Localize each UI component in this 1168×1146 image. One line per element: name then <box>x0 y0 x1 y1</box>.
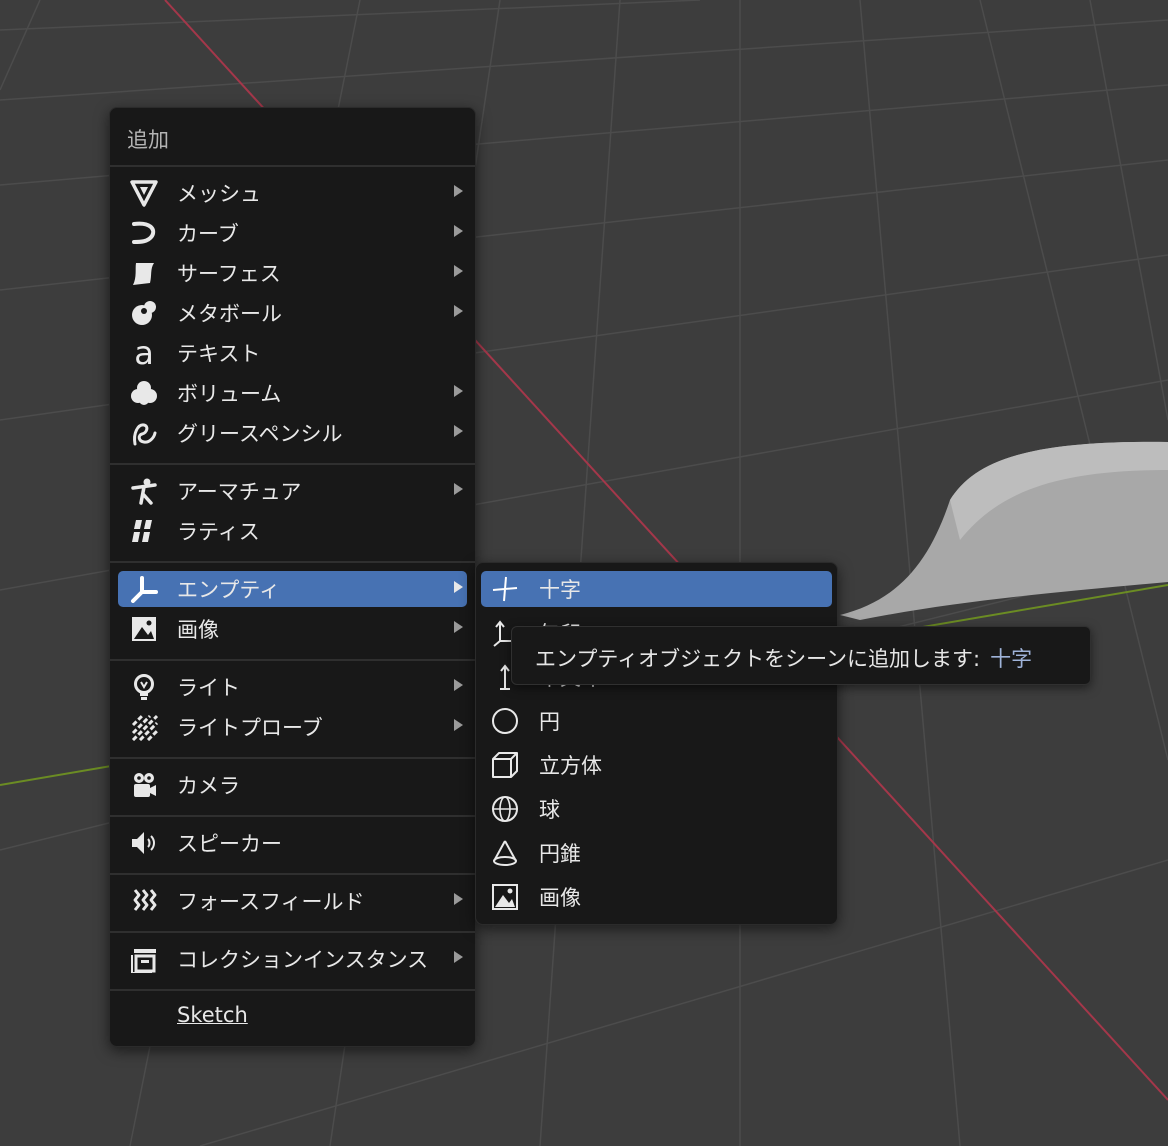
submenu-arrow-icon <box>454 951 463 963</box>
submenu-arrow-icon <box>454 893 463 905</box>
menu-item-speaker[interactable]: スピーカー <box>118 825 467 861</box>
plain-axes-icon <box>491 575 519 603</box>
light-icon <box>130 673 158 701</box>
submenu-arrow-icon <box>454 265 463 277</box>
menu-item-armature[interactable]: アーマチュア <box>118 473 467 509</box>
submenu-arrow-icon <box>454 581 463 593</box>
sphere-icon <box>491 795 519 823</box>
image-icon <box>130 615 158 643</box>
empty-item-cube[interactable]: 立方体 <box>481 747 832 783</box>
tooltip: エンプティオブジェクトをシーンに追加します: 十字 <box>511 626 1091 685</box>
submenu-arrow-icon <box>454 719 463 731</box>
force-field-icon <box>130 887 158 915</box>
cube-icon <box>491 751 519 779</box>
menu-item-force-field[interactable]: フォースフィールド <box>118 883 467 919</box>
empty-item-plain-axes[interactable]: 十字 <box>481 571 832 607</box>
menu-title: 追加 <box>127 128 169 152</box>
menu-item-mesh[interactable]: メッシュ <box>118 175 467 211</box>
lattice-icon <box>130 517 158 545</box>
menu-item-camera[interactable]: カメラ <box>118 767 467 803</box>
surface-icon <box>130 259 158 287</box>
speaker-icon <box>130 829 158 857</box>
submenu-arrow-icon <box>454 425 463 437</box>
submenu-arrow-icon <box>454 483 463 495</box>
menu-item-light-probe[interactable]: ライトプローブ <box>118 709 467 745</box>
light-probe-icon <box>130 713 158 741</box>
curve-icon <box>130 219 158 247</box>
tooltip-text: エンプティオブジェクトをシーンに追加します: <box>535 647 981 671</box>
image-icon <box>491 883 519 911</box>
menu-separator <box>110 873 475 875</box>
text-icon: a <box>130 339 158 367</box>
menu-separator <box>110 659 475 661</box>
menu-item-image[interactable]: 画像 <box>118 611 467 647</box>
mesh-icon <box>130 179 158 207</box>
menu-item-metaball[interactable]: メタボール <box>118 295 467 331</box>
menu-item-empty[interactable]: エンプティ <box>118 571 467 607</box>
submenu-arrow-icon <box>454 621 463 633</box>
empty-icon <box>130 575 158 603</box>
menu-separator <box>110 989 475 991</box>
empty-item-image[interactable]: 画像 <box>481 879 832 915</box>
menu-item-curve[interactable]: カーブ <box>118 215 467 251</box>
menu-item-grease-pencil[interactable]: グリースペンシル <box>118 415 467 451</box>
empty-item-cone[interactable]: 円錐 <box>481 835 832 871</box>
camera-icon <box>130 771 158 799</box>
submenu-arrow-icon <box>454 225 463 237</box>
menu-item-volume[interactable]: ボリューム <box>118 375 467 411</box>
metaball-icon <box>130 299 158 327</box>
menu-item-collection-instance[interactable]: コレクションインスタンス <box>118 941 467 977</box>
armature-icon <box>130 477 158 505</box>
menu-separator <box>110 463 475 465</box>
submenu-arrow-icon <box>454 305 463 317</box>
submenu-arrow-icon <box>454 185 463 197</box>
circle-icon <box>491 707 519 735</box>
menu-separator <box>110 757 475 759</box>
menu-separator <box>110 815 475 817</box>
submenu-arrow-icon <box>454 679 463 691</box>
menu-separator <box>110 931 475 933</box>
menu-item-surface[interactable]: サーフェス <box>118 255 467 291</box>
cone-icon <box>491 839 519 867</box>
menu-item-text[interactable]: a テキスト <box>118 335 467 371</box>
grease-pencil-icon <box>130 419 158 447</box>
volume-icon <box>130 379 158 407</box>
collection-instance-icon <box>130 945 158 973</box>
submenu-arrow-icon <box>454 385 463 397</box>
menu-item-light[interactable]: ライト <box>118 669 467 705</box>
add-menu: 追加 メッシュ カーブ サーフェス メタボール a テキスト ボリューム グリー… <box>109 107 476 1047</box>
menu-separator <box>110 561 475 563</box>
empty-item-circle[interactable]: 円 <box>481 703 832 739</box>
svg-text:a: a <box>134 339 154 367</box>
menu-separator <box>110 165 475 167</box>
empty-item-sphere[interactable]: 球 <box>481 791 832 827</box>
menu-item-lattice[interactable]: ラティス <box>118 513 467 549</box>
empty-submenu: 十字 矢印 単矢印 円 立方体 球 円錐 画像 <box>475 562 838 925</box>
menu-item-sketch[interactable]: Sketch <box>118 1000 467 1036</box>
tooltip-value: 十字 <box>990 647 1033 671</box>
